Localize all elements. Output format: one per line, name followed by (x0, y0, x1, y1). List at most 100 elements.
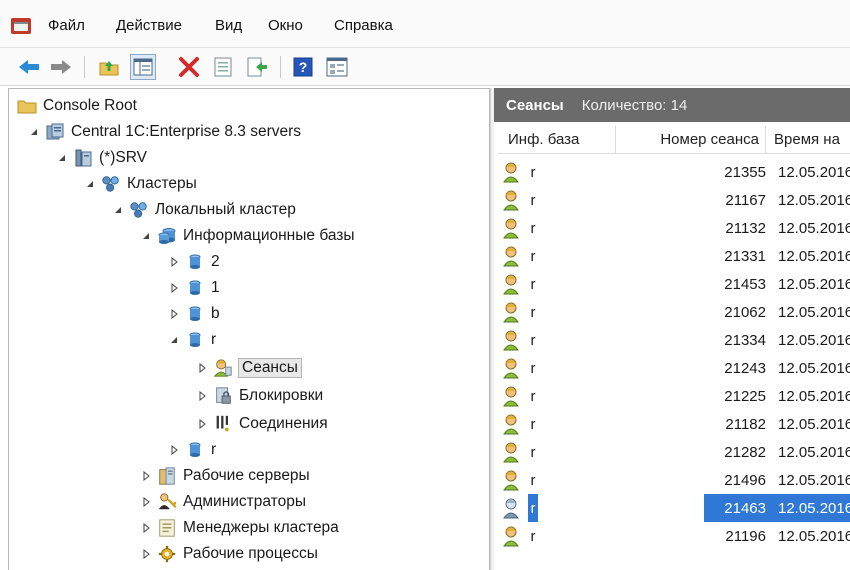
delete-icon[interactable] (176, 54, 202, 80)
session-infobase: r (530, 247, 536, 265)
tree-label: r (211, 441, 217, 458)
tree-item-infobase-1[interactable]: 1 (167, 275, 220, 301)
session-infobase: r (528, 494, 538, 522)
session-start-time: 12.05.2016 (772, 494, 850, 522)
session-row[interactable]: r 21496 12.05.2016 (494, 466, 850, 494)
work-processes-icon (157, 544, 177, 564)
tree-item-clusters[interactable]: Кластеры (83, 171, 197, 197)
tree-label: Менеджеры кластера (183, 519, 339, 536)
tree-label: Central 1C:Enterprise 8.3 servers (71, 123, 302, 140)
session-user-icon (502, 242, 526, 270)
up-folder-icon[interactable] (96, 54, 122, 80)
tree-item-infobases[interactable]: Информационные базы (139, 223, 355, 249)
tree-label: Console Root (43, 97, 137, 114)
session-row[interactable]: r 21196 12.05.2016 (494, 522, 850, 550)
expand-arrow-icon[interactable] (167, 255, 181, 269)
session-row[interactable]: r 21182 12.05.2016 (494, 410, 850, 438)
expand-arrow-icon[interactable] (195, 417, 209, 431)
expand-arrow-icon[interactable] (167, 307, 181, 321)
session-user-icon (502, 326, 526, 354)
forward-icon[interactable] (48, 54, 74, 80)
session-number: 21331 (724, 247, 766, 265)
expand-arrow-icon[interactable] (167, 443, 181, 457)
session-number: 21453 (724, 275, 766, 293)
tree-item-work-processes[interactable]: Рабочие процессы (139, 541, 318, 567)
session-row[interactable]: r 21225 12.05.2016 (494, 382, 850, 410)
session-user-icon (502, 382, 526, 410)
session-infobase: r (530, 359, 536, 377)
menu-help[interactable]: Справка (334, 17, 393, 34)
collapse-arrow-icon[interactable] (139, 229, 153, 243)
tree-item-connections[interactable]: Соединения (195, 411, 328, 437)
tree-item-local-cluster[interactable]: Локальный кластер (111, 197, 296, 223)
session-row[interactable]: r 21167 12.05.2016 (494, 186, 850, 214)
session-start-time: 12.05.2016 (778, 191, 850, 209)
collapse-arrow-icon[interactable] (167, 333, 181, 347)
menu-action[interactable]: Действие (116, 17, 182, 34)
menu-file[interactable]: Файл (48, 17, 85, 34)
back-icon[interactable] (16, 54, 42, 80)
session-infobase: r (530, 387, 536, 405)
result-title: Сеансы (506, 96, 564, 114)
tree-item-infobase-r2[interactable]: r (167, 437, 216, 463)
details-view-icon[interactable] (324, 54, 350, 80)
session-number: 21334 (724, 331, 766, 349)
session-infobase: r (530, 303, 536, 321)
tree-item-locks[interactable]: Блокировки (195, 383, 323, 409)
session-user-icon (502, 466, 526, 494)
tree-item-infobase-r[interactable]: r (167, 327, 216, 353)
export-icon[interactable] (244, 54, 270, 80)
tree-item-infobase-2[interactable]: 2 (167, 249, 220, 275)
expand-arrow-icon[interactable] (139, 469, 153, 483)
session-row[interactable]: r 21132 12.05.2016 (494, 214, 850, 242)
help-icon[interactable]: ? (290, 54, 316, 80)
session-row[interactable]: r 21062 12.05.2016 (494, 298, 850, 326)
tree-label: Администраторы (183, 493, 306, 510)
collapse-arrow-icon[interactable] (111, 203, 125, 217)
column-header-session-number[interactable]: Номер сеанса (616, 126, 766, 154)
mmc-app-icon[interactable] (10, 16, 32, 36)
tree-item-sessions[interactable]: Сеансы (195, 355, 302, 381)
tree-item-central-servers[interactable]: Central 1C:Enterprise 8.3 servers (27, 119, 301, 145)
tree-item-console-root[interactable]: Console Root (17, 93, 137, 119)
expand-arrow-icon[interactable] (139, 495, 153, 509)
session-number: 21355 (724, 163, 766, 181)
session-row[interactable]: r 21355 12.05.2016 (494, 158, 850, 186)
menu-view[interactable]: Вид (215, 17, 242, 34)
menu-window[interactable]: Окно (268, 17, 303, 34)
tree-label: Соединения (239, 415, 328, 432)
tree-item-cluster-managers[interactable]: Менеджеры кластера (139, 515, 339, 541)
session-row[interactable]: r 21334 12.05.2016 (494, 326, 850, 354)
session-row[interactable]: r 21243 12.05.2016 (494, 354, 850, 382)
expand-arrow-icon[interactable] (139, 521, 153, 535)
tree-label: Сеансы (238, 358, 302, 378)
session-user-icon (502, 522, 526, 550)
column-header-infobase[interactable]: Инф. база (498, 126, 616, 154)
session-infobase: r (530, 415, 536, 433)
collapse-arrow-icon[interactable] (27, 125, 41, 139)
session-row[interactable]: r 21282 12.05.2016 (494, 438, 850, 466)
tree-label: 1 (211, 279, 220, 296)
session-infobase: r (530, 443, 536, 461)
expand-arrow-icon[interactable] (139, 547, 153, 561)
tree-item-srv[interactable]: (*)SRV (55, 145, 147, 171)
session-row[interactable]: r 21453 12.05.2016 (494, 270, 850, 298)
session-number: 21225 (724, 387, 766, 405)
tree-item-infobase-b[interactable]: b (167, 301, 220, 327)
session-user-icon (502, 214, 526, 242)
collapse-arrow-icon[interactable] (55, 151, 69, 165)
expand-arrow-icon[interactable] (195, 389, 209, 403)
session-row[interactable]: r 21463 12.05.2016 (494, 494, 850, 522)
column-header-start-time[interactable]: Время на (766, 126, 850, 154)
database-icon (185, 252, 205, 272)
properties-icon[interactable] (210, 54, 236, 80)
tree-item-work-servers[interactable]: Рабочие серверы (139, 463, 310, 489)
show-hide-tree-icon[interactable] (130, 54, 156, 80)
expand-arrow-icon[interactable] (167, 281, 181, 295)
collapse-arrow-icon[interactable] (83, 177, 97, 191)
expand-arrow-icon[interactable] (195, 361, 209, 375)
session-row[interactable]: r 21331 12.05.2016 (494, 242, 850, 270)
tree-item-admins[interactable]: Администраторы (139, 489, 306, 515)
result-count: Количество: 14 (581, 96, 688, 114)
folder-icon (17, 96, 37, 116)
